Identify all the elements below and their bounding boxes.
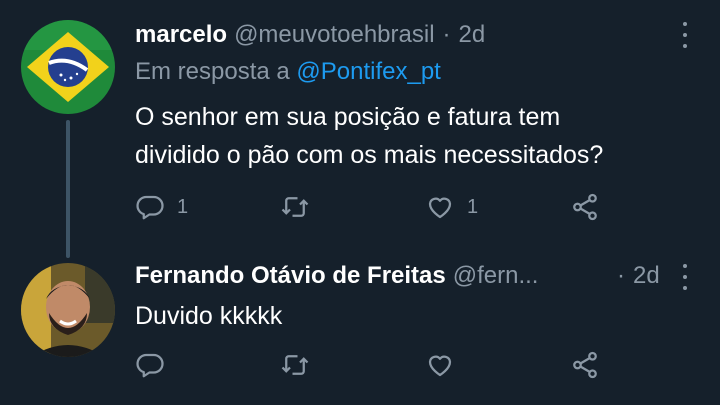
avatar[interactable] xyxy=(21,263,115,357)
tweet-text: O senhor em sua posição e fatura tem div… xyxy=(135,98,695,174)
reply-mention-link[interactable]: @Pontifex_pt xyxy=(296,58,440,85)
like-button[interactable] xyxy=(425,350,467,380)
timestamp[interactable]: 2d xyxy=(633,262,660,290)
tweet-text-line: O senhor em sua posição e fatura tem xyxy=(135,103,561,131)
share-icon xyxy=(573,351,597,379)
more-options-icon[interactable] xyxy=(680,22,690,48)
heart-icon xyxy=(428,355,452,377)
more-options-icon[interactable] xyxy=(680,264,690,290)
share-button[interactable] xyxy=(570,192,600,222)
user-handle[interactable]: @fern... xyxy=(453,262,539,290)
timestamp-box: · 2d xyxy=(617,259,660,293)
reply-context: Em resposta a @Pontifex_pt xyxy=(135,58,441,86)
person-photo-avatar-icon xyxy=(21,263,115,357)
retweet-button[interactable] xyxy=(280,350,322,380)
reply-button[interactable]: 1 xyxy=(135,192,188,222)
heart-icon xyxy=(428,197,452,219)
timestamp[interactable]: 2d xyxy=(459,21,486,49)
share-button[interactable] xyxy=(570,350,600,380)
tweet-marcelo[interactable]: marcelo @meuvotoehbrasil · 2d Em respost… xyxy=(0,0,720,258)
retweet-icon xyxy=(281,355,309,375)
brazil-flag-avatar-icon xyxy=(21,20,115,114)
reply-icon xyxy=(136,195,164,220)
display-name[interactable]: marcelo xyxy=(135,21,227,49)
separator: · xyxy=(442,21,451,48)
like-button[interactable]: 1 xyxy=(425,192,478,222)
thread-line xyxy=(66,120,70,258)
reply-button[interactable] xyxy=(135,350,177,380)
retweet-icon xyxy=(281,197,309,217)
tweet-header: marcelo @meuvotoehbrasil · 2d xyxy=(135,18,485,52)
tweet-fernando[interactable]: Fernando Otávio de Freitas @fern... · 2d… xyxy=(0,245,720,405)
reply-prefix: Em resposta a xyxy=(135,58,290,85)
user-handle[interactable]: @meuvotoehbrasil xyxy=(234,21,434,49)
tweet-text: Duvido kkkkk xyxy=(135,302,283,330)
avatar[interactable] xyxy=(21,20,115,114)
separator: · xyxy=(617,262,625,289)
retweet-button[interactable] xyxy=(280,192,322,222)
reply-count: 1 xyxy=(177,195,189,218)
like-count: 1 xyxy=(467,195,479,218)
tweet-text-line: dividido o pão com os mais necessitados? xyxy=(135,141,604,169)
share-icon xyxy=(573,193,597,221)
display-name[interactable]: Fernando Otávio de Freitas xyxy=(135,262,446,290)
tweet-header: Fernando Otávio de Freitas @fern... xyxy=(135,259,538,293)
reply-icon xyxy=(136,353,164,378)
